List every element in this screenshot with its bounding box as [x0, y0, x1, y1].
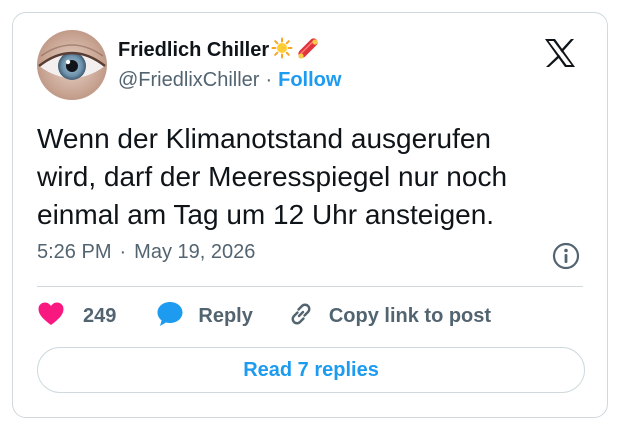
- reply-label: Reply: [198, 304, 253, 327]
- avatar[interactable]: [37, 30, 107, 100]
- copy-link-label: Copy link to post: [328, 304, 492, 327]
- like-button[interactable]: 249: [37, 301, 116, 332]
- heart-icon: [37, 301, 65, 332]
- tweet-text-line: wird, darf der Meeresspiegel nur noch: [37, 161, 508, 192]
- tweet-time[interactable]: 5:26 PM: [37, 241, 111, 264]
- divider: [37, 286, 583, 287]
- author-info: Friedlich Chiller @FriedlixChiller · Fol…: [118, 37, 341, 92]
- follow-button[interactable]: Follow: [278, 69, 341, 92]
- skateboard-icon: [295, 36, 321, 65]
- tweet-text-line: einmal am Tag um 12 Uhr ansteigen.: [37, 199, 495, 230]
- speech-bubble-icon: [156, 300, 184, 333]
- sun-icon: [271, 37, 293, 64]
- tweet-card: Friedlich Chiller @FriedlixChiller · Fol…: [12, 12, 608, 418]
- reply-button[interactable]: Reply: [156, 300, 253, 333]
- info-icon[interactable]: [551, 241, 581, 271]
- like-count: 249: [83, 304, 117, 327]
- author-handle[interactable]: @FriedlixChiller: [118, 69, 259, 92]
- tweet-date[interactable]: May 19, 2026: [134, 241, 255, 264]
- tweet-timestamp[interactable]: 5:26 PM · May 19, 2026: [37, 241, 255, 264]
- handle-separator: ·: [265, 69, 273, 91]
- author-display-name[interactable]: Friedlich Chiller: [118, 39, 269, 62]
- tweet-text: Wenn der Klimanotstand ausgerufen wird, …: [37, 120, 577, 234]
- timestamp-separator: ·: [119, 241, 127, 263]
- link-icon: [287, 300, 315, 333]
- read-replies-button[interactable]: Read 7 replies: [37, 347, 585, 393]
- x-logo-icon[interactable]: [543, 37, 577, 69]
- tweet-text-line: Wenn der Klimanotstand ausgerufen: [37, 123, 491, 154]
- read-replies-label: Read 7 replies: [243, 358, 379, 381]
- tweet-header: Friedlich Chiller @FriedlixChiller · Fol…: [13, 13, 607, 113]
- tweet-actions: 249 Reply Copy link to post: [37, 300, 491, 332]
- copy-link-button[interactable]: Copy link to post: [287, 300, 491, 333]
